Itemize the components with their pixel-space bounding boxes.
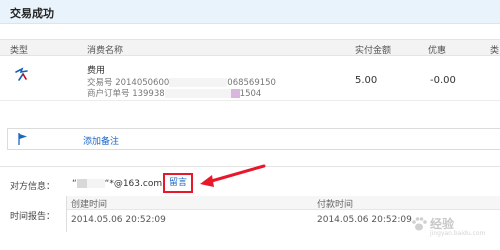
redaction-mask — [86, 179, 105, 188]
paw-logo-icon — [412, 217, 427, 231]
merchant-order-number: 商户订单号 139938 1504 — [87, 89, 262, 99]
col-name: 消费名称 — [87, 46, 124, 56]
created-time-value: 2014.05.06 20:52:09 — [71, 215, 166, 225]
discount-amount: -0.00 — [430, 75, 456, 86]
table-row: 费用 交易号 2014050600 068569150 商户订单号 139938 1… — [0, 57, 500, 101]
paid-amount: 5.00 — [355, 75, 378, 86]
page-title: 交易成功 — [10, 7, 54, 20]
table-header: 类型 消费名称 实付金额 优惠 类 — [0, 39, 500, 56]
record-name: 费用 — [87, 66, 106, 76]
time-report-label: 时间报告： — [10, 212, 56, 222]
watermark: 经验 jingyan.baidu.com — [408, 212, 496, 240]
watermark-sub: jingyan.baidu.com — [430, 230, 486, 237]
flag-icon — [18, 133, 27, 145]
counterparty-label: 对方信息： — [10, 182, 56, 192]
red-arrow-annotation — [200, 164, 266, 187]
redaction-mask — [169, 78, 228, 87]
col-type: 类型 — [10, 46, 29, 56]
transfer-type-icon — [15, 67, 28, 81]
add-note-link[interactable]: 添加备注 — [83, 134, 119, 147]
col-extra: 类 — [490, 46, 500, 56]
col-discount: 优惠 — [428, 46, 447, 56]
redaction-mask — [164, 89, 240, 98]
redaction-mask — [76, 179, 87, 188]
paid-time-value: 2014.05.06 20:52:09 — [317, 215, 412, 225]
note-box: 添加备注 — [7, 128, 500, 150]
paid-time-label: 付款时间 — [317, 200, 354, 210]
col-amount: 实付金额 — [355, 46, 392, 56]
success-banner: 交易成功 — [0, 0, 500, 24]
counterparty-email: ““*@163.com — [72, 179, 163, 189]
time-table-header: 创建时间 付款时间 — [67, 196, 500, 210]
message-button[interactable]: 留言 — [163, 173, 193, 193]
created-time-label: 创建时间 — [71, 200, 108, 210]
